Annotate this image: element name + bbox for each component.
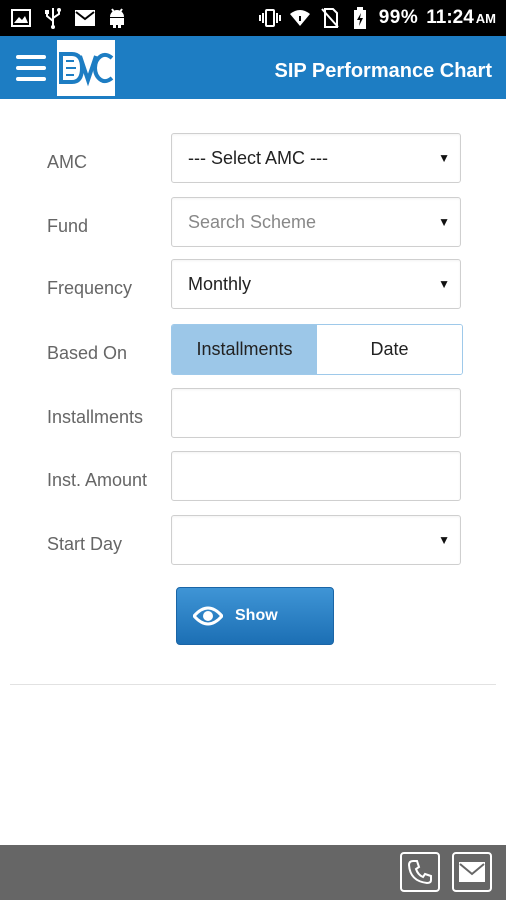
bottom-bar [0,845,506,900]
divider [10,684,496,685]
android-icon [106,7,128,29]
dropdown-arrow-icon: ▼ [438,533,450,547]
show-button[interactable]: Show [176,587,334,645]
inst-amount-input[interactable] [171,451,461,501]
no-sim-icon [319,7,341,29]
amc-select[interactable]: --- Select AMC --- ▼ [171,133,461,183]
battery-charging-icon [349,7,371,29]
based-on-date-option[interactable]: Date [317,325,462,374]
amc-select-value: --- Select AMC --- [188,148,329,168]
show-button-label: Show [235,607,278,624]
fund-search-select[interactable]: Search Scheme ▼ [171,197,461,247]
dropdown-arrow-icon: ▼ [438,277,450,291]
eye-icon [193,606,223,626]
installments-label: Installments [47,407,144,427]
wifi-icon [289,7,311,29]
menu-icon [16,55,46,59]
frequency-select-value: Monthly [188,274,252,294]
inst-amount-label: Inst. Amount [47,470,148,490]
mail-icon [459,862,485,882]
based-on-label: Based On [47,343,128,363]
fund-label: Fund [47,216,89,236]
clock: 11:24 AM [426,7,496,28]
email-button[interactable] [452,852,492,892]
frequency-label: Frequency [47,278,133,298]
image-icon [10,7,32,29]
dropdown-arrow-icon: ▼ [438,151,450,165]
page-title: SIP Performance Chart [274,60,493,82]
start-day-label: Start Day [47,534,123,554]
mail-icon [74,7,96,29]
phone-button[interactable] [400,852,440,892]
installments-input[interactable] [171,388,461,438]
frequency-select[interactable]: Monthly ▼ [171,259,461,309]
amc-label: AMC [47,152,87,172]
dropdown-arrow-icon: ▼ [438,215,450,229]
phone-icon [407,860,432,885]
battery-percent: 99% [378,7,419,28]
vibrate-icon [258,7,281,29]
usb-icon [42,7,64,29]
dvc-logo-icon [59,52,114,87]
based-on-installments-option[interactable]: Installments [172,325,317,374]
hamburger-menu-button[interactable] [16,53,46,83]
fund-search-placeholder: Search Scheme [188,212,317,232]
status-bar: 99% 11:24 AM [0,0,506,36]
app-logo [57,40,115,96]
based-on-toggle: Installments Date [171,324,463,375]
start-day-select[interactable]: ▼ [171,515,461,565]
